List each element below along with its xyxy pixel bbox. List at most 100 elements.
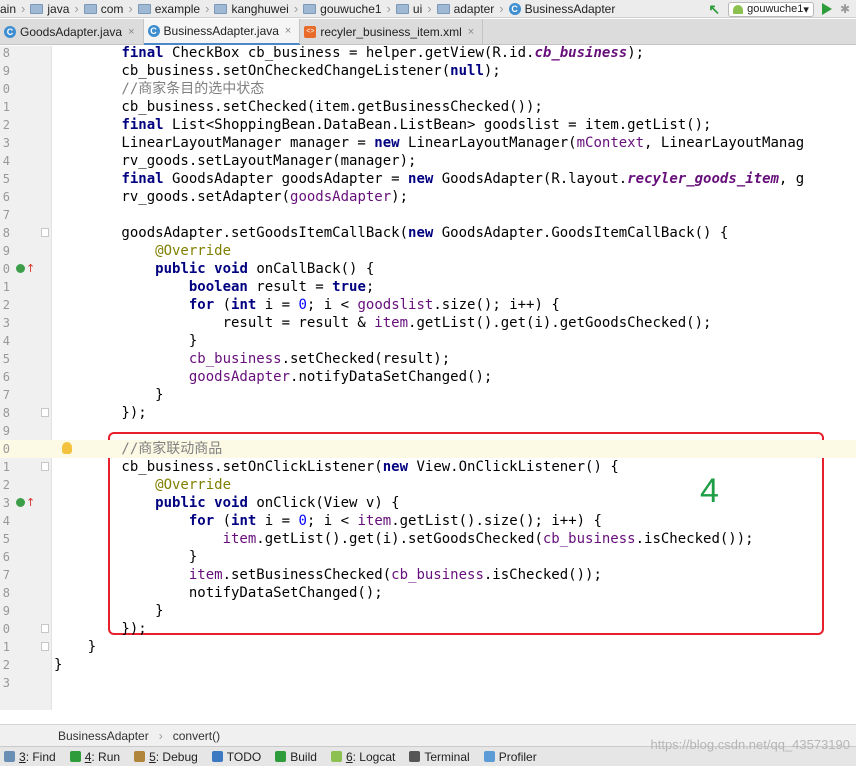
line-number: 1	[2, 100, 10, 114]
code-line[interactable]: 3 LinearLayoutManager manager = new Line…	[0, 134, 856, 152]
run-icon[interactable]	[821, 3, 832, 15]
code-line[interactable]: 1 cb_business.setChecked(item.getBusines…	[0, 98, 856, 116]
line-number: 3	[2, 676, 10, 690]
tool-window-icon	[134, 751, 146, 762]
override-method-icon[interactable]	[16, 498, 25, 507]
code-text: }	[54, 639, 97, 655]
code-line[interactable]: 9 cb_business.setOnCheckedChangeListener…	[0, 62, 856, 80]
code-line[interactable]: 0 //商家联动商品	[0, 440, 856, 458]
close-icon[interactable]: ×	[285, 25, 291, 37]
nav-crumb[interactable]: C BusinessAdapter	[508, 0, 615, 17]
code-editor[interactable]: 4 8 final CheckBox cb_business = helper.…	[0, 46, 856, 710]
line-number: 4	[2, 514, 10, 528]
close-icon[interactable]: ×	[468, 26, 474, 38]
code-line[interactable]: 0 });	[0, 620, 856, 638]
code-text: LinearLayoutManager manager = new Linear…	[54, 135, 805, 151]
code-line[interactable]: 4 rv_goods.setLayoutManager(manager);	[0, 152, 856, 170]
code-line[interactable]: 6 }	[0, 548, 856, 566]
breadcrumb-class[interactable]: BusinessAdapter	[58, 729, 149, 743]
close-icon[interactable]: ×	[128, 26, 134, 38]
code-line[interactable]: 0 ↑ public void onCallBack() {	[0, 260, 856, 278]
fold-marker-icon[interactable]	[41, 642, 49, 651]
code-line[interactable]: 5 cb_business.setChecked(result);	[0, 350, 856, 368]
code-line[interactable]: 7 item.setBusinessChecked(cb_business.is…	[0, 566, 856, 584]
line-number: 9	[2, 64, 10, 78]
line-number: 7	[2, 388, 10, 402]
code-line[interactable]: 2 @Override	[0, 476, 856, 494]
tool-window-label: : Find	[25, 749, 56, 764]
nav-crumb[interactable]: java ›	[30, 0, 83, 17]
nav-crumb-label: kanghuwei	[231, 1, 289, 16]
tab-label: recyler_business_item.xml	[320, 25, 462, 39]
nav-crumb[interactable]: ain ›	[0, 0, 30, 17]
code-line[interactable]: 2 final List<ShoppingBean.DataBean.ListB…	[0, 116, 856, 134]
code-line[interactable]: 1 cb_business.setOnClickListener(new Vie…	[0, 458, 856, 476]
tool-window-button[interactable]: 6: Logcat	[330, 750, 395, 764]
line-number: 1	[2, 280, 10, 294]
code-text: cb_business.setOnClickListener(new View.…	[54, 459, 619, 475]
tool-window-button[interactable]: 4: Run	[69, 750, 120, 764]
code-line[interactable]: 8 goodsAdapter.setGoodsItemCallBack(new …	[0, 224, 856, 242]
fold-marker-icon[interactable]	[41, 228, 49, 237]
fold-marker-icon[interactable]	[41, 408, 49, 417]
code-line[interactable]: 6 goodsAdapter.notifyDataSetChanged();	[0, 368, 856, 386]
code-line[interactable]: 9 @Override	[0, 242, 856, 260]
code-line[interactable]: 1 boolean result = true;	[0, 278, 856, 296]
code-line[interactable]: 8 notifyDataSetChanged();	[0, 584, 856, 602]
code-text: result = result & item.getList().get(i).…	[54, 315, 712, 331]
editor-tab[interactable]: C GoodsAdapter.java ×	[0, 19, 144, 45]
code-line[interactable]: 7 }	[0, 386, 856, 404]
fold-marker-icon[interactable]	[41, 624, 49, 633]
debug-icon[interactable]: ✱	[840, 2, 850, 16]
code-line[interactable]: 9 }	[0, 602, 856, 620]
code-line[interactable]: 4 for (int i = 0; i < item.getList().siz…	[0, 512, 856, 530]
code-text: final GoodsAdapter goodsAdapter = new Go…	[121, 171, 805, 187]
code-line[interactable]: 3 result = result & item.getList().get(i…	[0, 314, 856, 332]
code-line[interactable]: 5 item.getList().get(i).setGoodsChecked(…	[0, 530, 856, 548]
code-line[interactable]: 8 });	[0, 404, 856, 422]
nav-crumb[interactable]: gouwuche1 ›	[303, 0, 396, 17]
tool-window-label: Build	[290, 749, 317, 764]
editor-tab[interactable]: <> recyler_business_item.xml ×	[300, 19, 484, 45]
chevron-right-icon: ›	[427, 1, 432, 16]
code-line[interactable]: 5 final GoodsAdapter goodsAdapter = new …	[0, 170, 856, 188]
tool-window-button[interactable]: TODO	[211, 750, 261, 764]
folder-icon	[436, 3, 450, 14]
code-text: item.getList().get(i).setGoodsChecked(cb…	[222, 531, 754, 547]
code-line[interactable]: 3 ↑ public void onClick(View v) {	[0, 494, 856, 512]
code-line[interactable]: 7	[0, 206, 856, 224]
tool-window-button[interactable]: Terminal	[409, 750, 470, 764]
line-number: 3	[2, 316, 10, 330]
tool-window-button[interactable]: 3: Find	[4, 750, 56, 764]
fold-marker-icon[interactable]	[41, 462, 49, 471]
code-text: //商家条目的选中状态	[54, 81, 265, 97]
nav-crumb[interactable]: com ›	[83, 0, 138, 17]
editor-tab[interactable]: C BusinessAdapter.java ×	[143, 19, 301, 45]
code-line[interactable]: 8 final CheckBox cb_business = helper.ge…	[0, 46, 856, 62]
code-line[interactable]: 2}	[0, 656, 856, 674]
run-config-select[interactable]: gouwuche1 ▾	[728, 1, 814, 17]
code-line[interactable]: 3	[0, 674, 856, 692]
breadcrumb-method[interactable]: convert()	[173, 729, 220, 743]
nav-crumb[interactable]: example ›	[137, 0, 215, 17]
nav-crumb-label: ui	[412, 1, 423, 16]
nav-crumb[interactable]: kanghuwei ›	[214, 0, 303, 17]
chevron-right-icon: ›	[293, 1, 299, 16]
tool-window-button[interactable]: 5: Debug	[134, 750, 198, 764]
override-method-icon[interactable]	[16, 264, 25, 273]
line-number: 6	[2, 190, 10, 204]
nav-crumb-label: com	[100, 1, 124, 16]
code-line[interactable]: 2 for (int i = 0; i < goodslist.size(); …	[0, 296, 856, 314]
tool-window-icon	[409, 751, 421, 762]
code-line[interactable]: 1 }	[0, 638, 856, 656]
code-line[interactable]: 6 rv_goods.setAdapter(goodsAdapter);	[0, 188, 856, 206]
code-line[interactable]: 9	[0, 422, 856, 440]
code-line[interactable]: 0 //商家条目的选中状态	[0, 80, 856, 98]
nav-crumb[interactable]: ui ›	[395, 0, 437, 17]
code-line[interactable]: 4 }	[0, 332, 856, 350]
hammer-back-icon[interactable]: ↖	[708, 1, 720, 18]
nav-crumb[interactable]: adapter ›	[436, 0, 509, 17]
tool-window-button[interactable]: Profiler	[483, 750, 537, 764]
code-text: rv_goods.setAdapter(goodsAdapter);	[54, 189, 409, 205]
tool-window-button[interactable]: Build	[275, 750, 317, 764]
